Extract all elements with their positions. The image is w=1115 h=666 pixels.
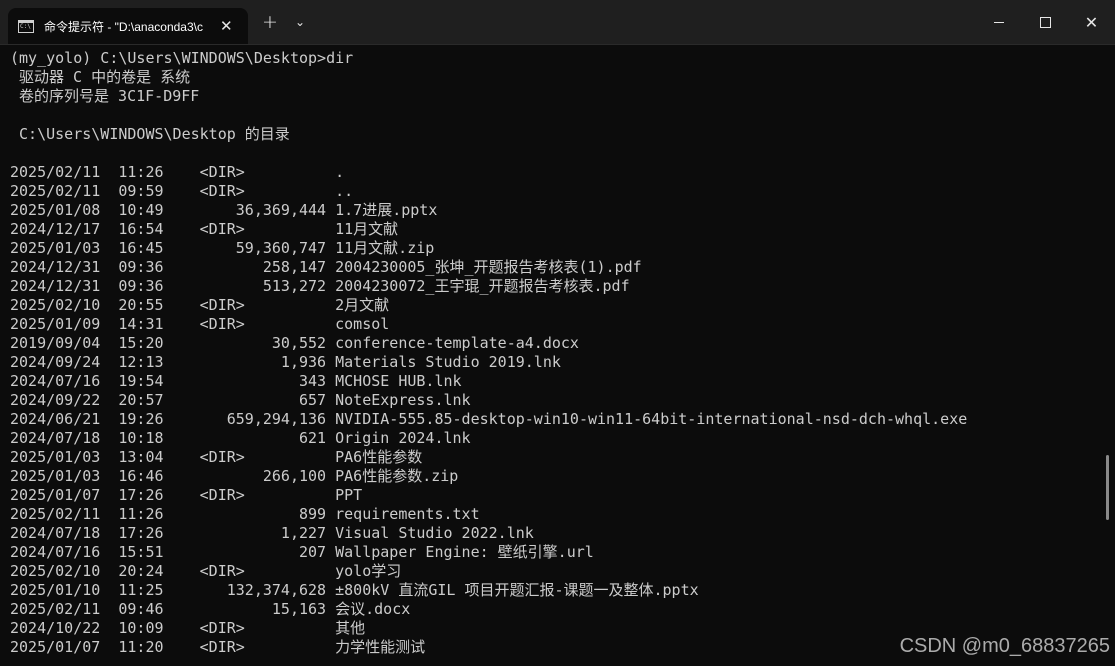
title-bar: C:\ 命令提示符 - "D:\anaconda3\c ✕ + ⌄ ✕	[0, 0, 1115, 45]
terminal-line: 2025/01/10 11:25 132,374,628 ±800kV 直流GI…	[10, 581, 699, 599]
maximize-icon	[1039, 16, 1051, 28]
new-tab-button[interactable]: +	[256, 0, 284, 44]
command-prompt-icon: C:\	[18, 19, 34, 33]
minimize-icon	[994, 21, 1004, 23]
terminal-line: 卷的序列号是 3C1F-D9FF	[10, 87, 200, 105]
terminal-line: 2024/09/22 20:57 657 NoteExpress.lnk	[10, 391, 471, 409]
terminal-line: 2024/06/21 19:26 659,294,136 NVIDIA-555.…	[10, 410, 968, 428]
close-icon: ✕	[1084, 12, 1099, 32]
terminal-line: 2019/09/04 15:20 30,552 conference-templ…	[10, 334, 579, 352]
terminal-line: (my_yolo) C:\Users\WINDOWS\Desktop>dir	[10, 49, 354, 67]
minimize-button[interactable]	[976, 0, 1022, 44]
terminal-line: 2025/01/03 16:45 59,360,747 11月文献.zip	[10, 239, 435, 257]
terminal-line: C:\Users\WINDOWS\Desktop 的目录	[10, 125, 290, 143]
terminal-line: 2025/02/11 11:26 899 requirements.txt	[10, 505, 480, 523]
terminal-line: 2025/01/03 13:04 <DIR> PA6性能参数	[10, 448, 423, 466]
terminal-line: 驱动器 C 中的卷是 系统	[10, 68, 191, 86]
terminal-line: 2025/01/03 16:46 266,100 PA6性能参数.zip	[10, 467, 459, 485]
watermark: CSDN @m0_68837265	[899, 635, 1110, 657]
terminal-line: 2024/09/24 12:13 1,936 Materials Studio …	[10, 353, 561, 371]
terminal-line: 2024/07/16 19:54 343 MCHOSE HUB.lnk	[10, 372, 462, 390]
terminal-line: 2024/07/18 17:26 1,227 Visual Studio 202…	[10, 524, 534, 542]
terminal-tab[interactable]: C:\ 命令提示符 - "D:\anaconda3\c ✕	[8, 8, 248, 44]
terminal-line: 2025/02/11 09:59 <DIR> ..	[10, 182, 354, 200]
terminal-line: 2025/01/08 10:49 36,369,444 1.7进展.pptx	[10, 201, 438, 219]
terminal-output[interactable]: (my_yolo) C:\Users\WINDOWS\Desktop>dir 驱…	[10, 49, 1100, 666]
tab-title: 命令提示符 - "D:\anaconda3\c	[44, 19, 203, 34]
terminal-line: 2024/07/18 10:18 621 Origin 2024.lnk	[10, 429, 471, 447]
terminal-line: 2025/02/10 20:24 <DIR> yolo学习	[10, 562, 402, 580]
terminal-line: 2024/12/31 09:36 258,147 2004230005_张坤_开…	[10, 258, 642, 276]
terminal-line: 2024/07/16 15:51 207 Wallpaper Engine: 壁…	[10, 543, 594, 561]
tab-close-icon[interactable]: ✕	[220, 17, 233, 35]
terminal-line: 2025/01/07 17:26 <DIR> PPT	[10, 486, 363, 504]
maximize-button[interactable]	[1022, 0, 1068, 44]
terminal-line: 2025/02/11 09:46 15,163 会议.docx	[10, 600, 411, 618]
chevron-down-icon[interactable]: ⌄	[286, 0, 314, 44]
close-button[interactable]: ✕	[1068, 0, 1115, 44]
scrollbar-thumb[interactable]	[1106, 455, 1109, 520]
terminal-line: 2025/02/11 11:26 <DIR> .	[10, 163, 345, 181]
terminal-line: 2024/12/31 09:36 513,272 2004230072_王宇琨_…	[10, 277, 630, 295]
terminal-line: 2025/01/09 14:31 <DIR> comsol	[10, 315, 390, 333]
terminal-line: 2024/12/17 16:54 <DIR> 11月文献	[10, 220, 399, 238]
terminal-line: 2025/02/10 20:55 <DIR> 2月文献	[10, 296, 390, 314]
